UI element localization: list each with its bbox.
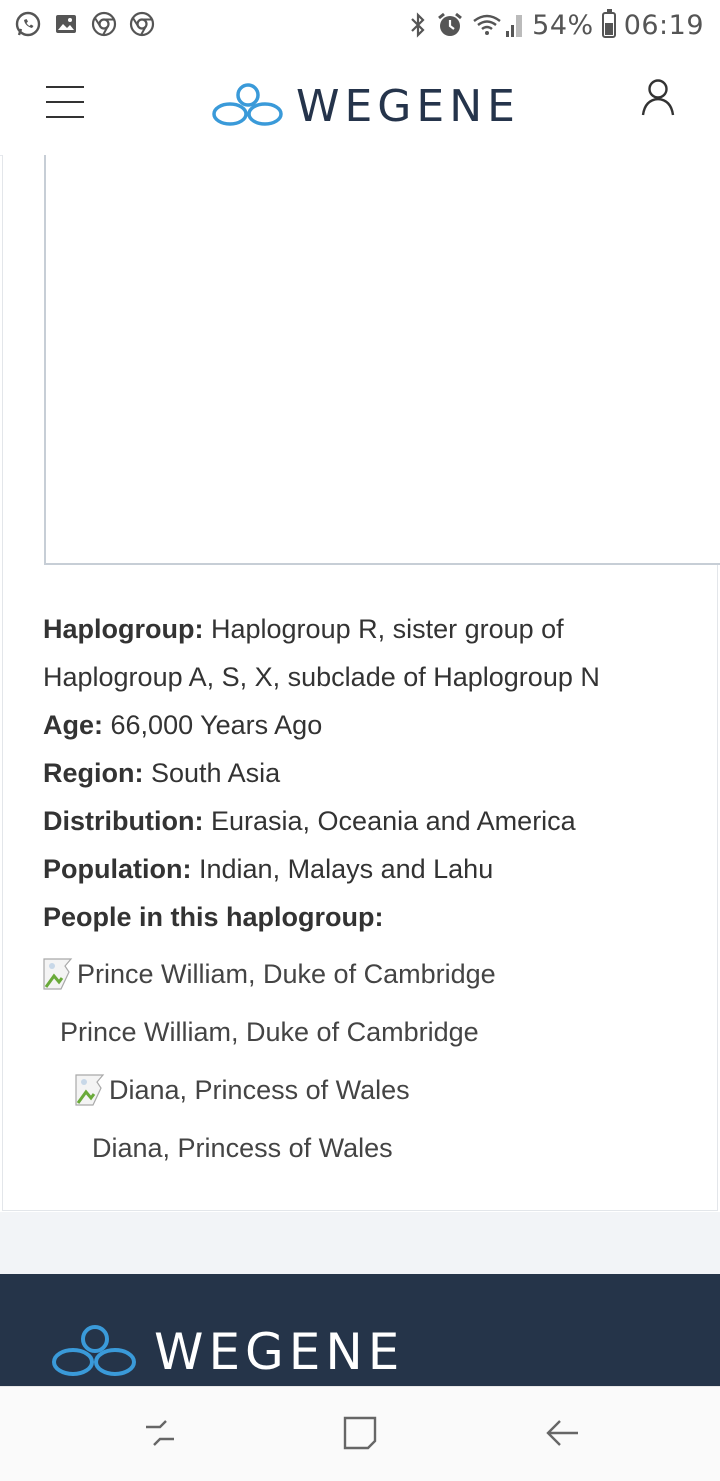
age-value: 66,000 Years Ago bbox=[110, 710, 323, 740]
population-label: Population: bbox=[43, 854, 192, 884]
region-line: Region: South Asia bbox=[43, 749, 703, 797]
brand-logo[interactable]: WEGENE bbox=[210, 78, 520, 134]
person-image[interactable]: Diana, Princess of Wales bbox=[75, 1061, 703, 1119]
person-image-alt: Diana, Princess of Wales bbox=[109, 1074, 410, 1105]
site-footer: WEGENE bbox=[0, 1274, 720, 1386]
battery-icon bbox=[601, 9, 616, 38]
wegene-logo-icon bbox=[52, 1325, 136, 1376]
person-caption: Diana, Princess of Wales bbox=[92, 1133, 393, 1163]
back-icon[interactable] bbox=[542, 1413, 582, 1453]
people-heading: People in this haplogroup: bbox=[43, 893, 703, 941]
alarm-icon bbox=[438, 12, 463, 36]
chrome-icon bbox=[129, 11, 155, 37]
distribution-value: Eurasia, Oceania and America bbox=[211, 806, 576, 836]
whatsapp-icon bbox=[15, 11, 41, 37]
person-item: Prince William, Duke of Cambridge Prince… bbox=[43, 945, 703, 1061]
population-value: Indian, Malays and Lahu bbox=[199, 854, 494, 884]
distribution-line: Distribution: Eurasia, Oceania and Ameri… bbox=[43, 797, 703, 845]
population-line: Population: Indian, Malays and Lahu bbox=[43, 845, 703, 893]
person-image[interactable]: Prince William, Duke of Cambridge bbox=[43, 945, 703, 1003]
home-icon[interactable] bbox=[340, 1413, 380, 1453]
people-label: People in this haplogroup: bbox=[43, 902, 384, 932]
section-spacer bbox=[0, 1212, 720, 1274]
person-caption: Prince William, Duke of Cambridge bbox=[60, 1017, 479, 1047]
footer-brand-logo[interactable]: WEGENE bbox=[50, 1322, 404, 1382]
status-bar: 54% 06:19 bbox=[0, 0, 720, 50]
user-icon[interactable] bbox=[640, 78, 676, 118]
age-label: Age: bbox=[43, 710, 103, 740]
system-icons: 54% 06:19 bbox=[408, 8, 704, 42]
haplogroup-label: Haplogroup: bbox=[43, 614, 204, 644]
recent-apps-icon[interactable] bbox=[140, 1413, 180, 1453]
person-image-alt: Prince William, Duke of Cambridge bbox=[77, 958, 496, 989]
region-value: South Asia bbox=[151, 758, 281, 788]
wifi-signal-icon bbox=[473, 14, 523, 37]
app-header: WEGENE bbox=[0, 50, 720, 156]
haplogroup-info: Haplogroup: Haplogroup R, sister group o… bbox=[43, 605, 703, 1177]
notification-icons bbox=[14, 10, 156, 38]
system-nav-bar bbox=[0, 1386, 720, 1481]
gallery-icon bbox=[56, 15, 76, 33]
battery-percent: 54% bbox=[532, 9, 594, 41]
haplogroup-line: Haplogroup: Haplogroup R, sister group o… bbox=[43, 605, 703, 701]
region-label: Region: bbox=[43, 758, 144, 788]
bluetooth-icon bbox=[411, 12, 425, 38]
brand-name: WEGENE bbox=[296, 80, 520, 132]
footer-brand-name: WEGENE bbox=[154, 1323, 405, 1381]
wegene-logo-icon bbox=[212, 83, 283, 126]
content-card: Haplogroup: Haplogroup R, sister group o… bbox=[2, 155, 720, 1211]
person-item: Diana, Princess of Wales Diana, Princess… bbox=[43, 1061, 703, 1177]
clock: 06:19 bbox=[623, 9, 704, 41]
chrome-icon bbox=[91, 11, 117, 37]
distribution-label: Distribution: bbox=[43, 806, 204, 836]
map-frame[interactable] bbox=[44, 155, 720, 565]
age-line: Age: 66,000 Years Ago bbox=[43, 701, 703, 749]
broken-image-icon bbox=[75, 1074, 105, 1106]
broken-image-icon bbox=[43, 958, 73, 990]
hamburger-menu-icon[interactable] bbox=[46, 86, 84, 118]
